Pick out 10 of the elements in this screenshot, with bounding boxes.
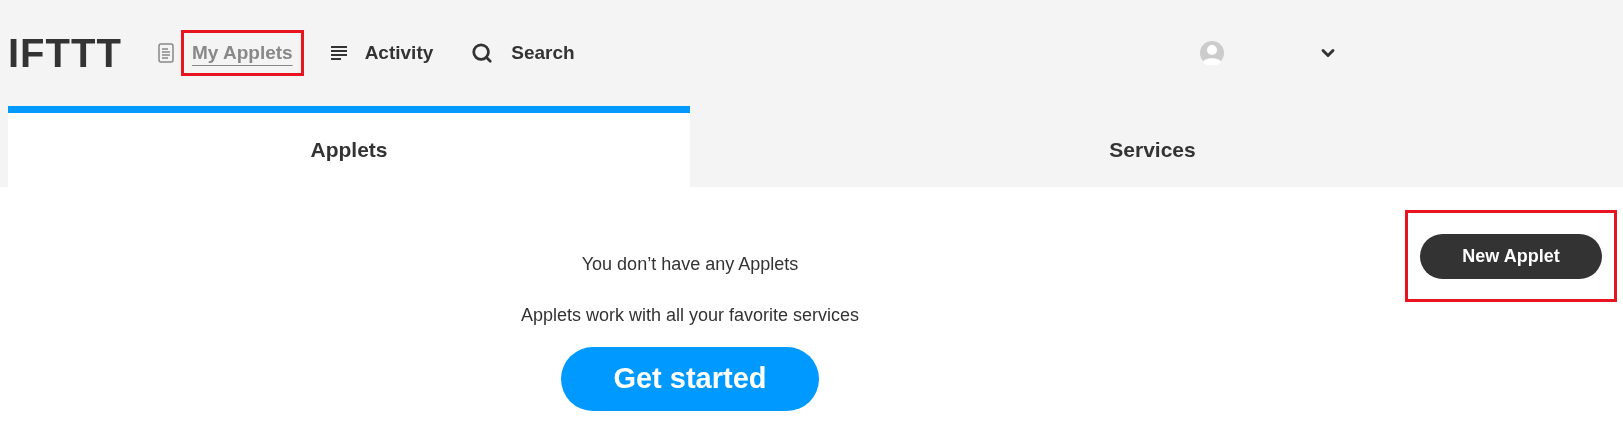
tab[interactable]: Applets <box>8 106 690 187</box>
empty-title: You don’t have any Applets <box>581 253 799 276</box>
search-icon <box>471 42 494 64</box>
nav-link[interactable]: Activity <box>356 32 442 74</box>
empty-subtitle: Applets work with all your favorite services <box>520 304 860 327</box>
logo[interactable]: IFTTT <box>8 33 158 73</box>
nav-link[interactable]: Search <box>503 32 583 74</box>
document-icon <box>158 43 174 63</box>
new-applet-button[interactable]: New Applet <box>1420 233 1602 279</box>
list-icon <box>330 45 347 61</box>
